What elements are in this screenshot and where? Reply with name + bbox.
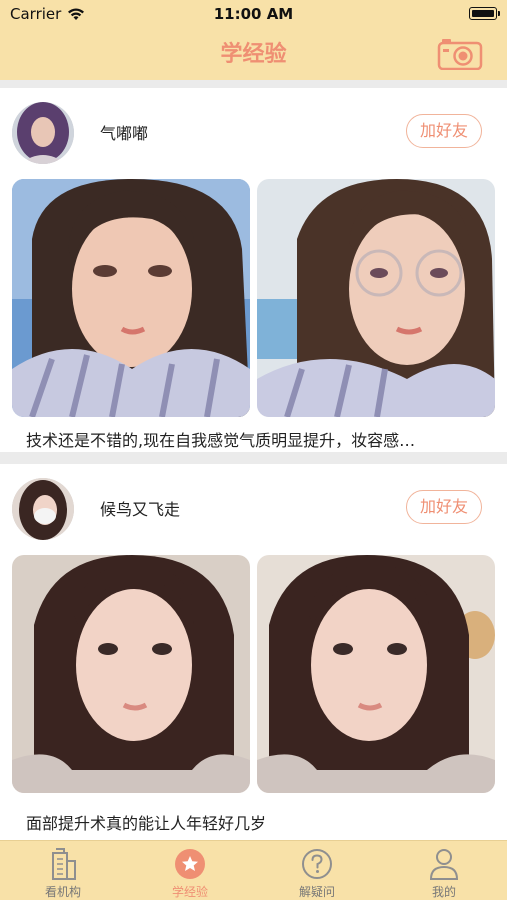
avatar[interactable] — [12, 102, 74, 164]
post-photo[interactable] — [12, 179, 250, 417]
add-friend-button[interactable]: 加好友 — [406, 490, 482, 524]
post-caption: 面部提升术真的能让人年轻好几岁 — [26, 814, 267, 833]
tab-label: 解疑问 — [298, 885, 335, 899]
tab-label: 我的 — [431, 885, 456, 899]
question-icon — [302, 849, 332, 879]
tab-questions[interactable]: 解疑问 — [254, 841, 380, 900]
camera-icon[interactable] — [437, 38, 483, 70]
post-photo[interactable] — [257, 179, 495, 417]
tab-label: 学经验 — [171, 885, 208, 899]
add-friend-button[interactable]: 加好友 — [406, 114, 482, 148]
status-bar: Carrier 11:00 AM — [0, 0, 507, 28]
post-caption: 技术还是不错的,现在自我感觉气质明显提升，妆容感… — [26, 431, 416, 450]
post-card[interactable]: 候鸟又飞走 加好友 面部提升术真的能让人年轻好几岁 — [0, 464, 507, 840]
username[interactable]: 气嘟嘟 — [100, 120, 148, 144]
tab-experience[interactable]: 学经验 — [127, 841, 253, 900]
star-icon — [175, 849, 205, 879]
post-photo[interactable] — [257, 555, 495, 793]
feed[interactable]: 气嘟嘟 加好友 技术还是不错的,现在自我感觉气质明显提升，妆容感… 候鸟又飞走 … — [0, 80, 507, 840]
building-icon — [52, 848, 76, 880]
header: Carrier 11:00 AM 学经验 — [0, 0, 507, 80]
tab-label: 看机构 — [44, 885, 81, 899]
tab-institutions[interactable]: 看机构 — [0, 841, 126, 900]
avatar[interactable] — [12, 478, 74, 540]
username[interactable]: 候鸟又飞走 — [100, 496, 180, 520]
post-card[interactable]: 气嘟嘟 加好友 技术还是不错的,现在自我感觉气质明显提升，妆容感… — [0, 88, 507, 452]
tab-profile[interactable]: 我的 — [381, 841, 507, 900]
post-photo[interactable] — [12, 555, 250, 793]
status-time: 11:00 AM — [213, 5, 294, 23]
person-icon — [429, 849, 459, 880]
tab-bar: 看机构 学经验 解疑问 我的 — [0, 840, 507, 900]
screen: Carrier 11:00 AM 学经验 气嘟嘟 加好友 技术还是不错的,现在自… — [0, 0, 507, 900]
page-title: 学经验 — [220, 42, 287, 67]
battery-icon — [469, 7, 500, 20]
